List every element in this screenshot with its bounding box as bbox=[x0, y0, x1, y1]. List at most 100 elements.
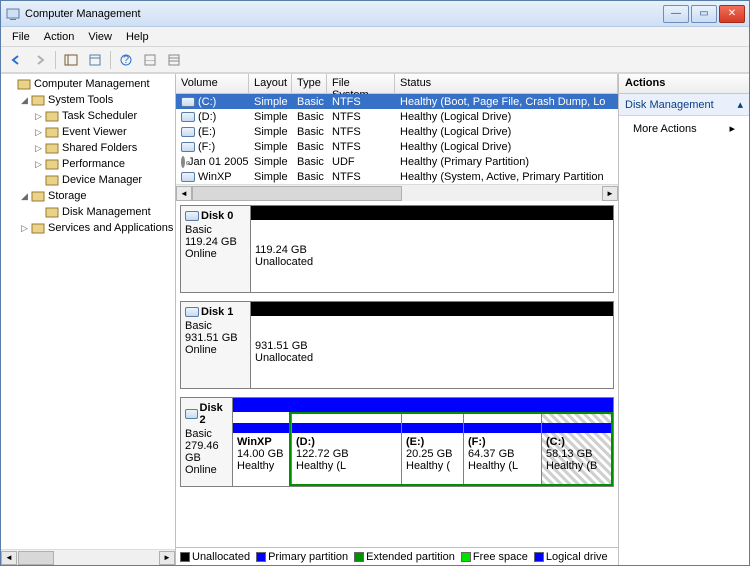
disk-icon bbox=[185, 409, 198, 419]
volume-row[interactable]: (E:)SimpleBasicNTFSHealthy (Logical Driv… bbox=[176, 124, 618, 139]
menu-action[interactable]: Action bbox=[37, 29, 82, 45]
toolbar-button-2[interactable] bbox=[84, 49, 106, 71]
logical-drive[interactable]: (F:)64.37 GBHealthy (L bbox=[463, 414, 541, 484]
nav-tree: Computer Management ◢ System Tools ▷Task Sc… bbox=[1, 74, 176, 565]
main-pane: Volume Layout Type File System Status (C… bbox=[176, 74, 619, 565]
perf-icon bbox=[44, 156, 60, 172]
chevron-right-icon: ▸ bbox=[729, 122, 735, 135]
legend-item: Free space bbox=[461, 551, 528, 563]
volume-row[interactable]: Jan 01 2005 (G:)SimpleBasicUDFHealthy (P… bbox=[176, 154, 618, 169]
tree-hscroll[interactable]: ◄► bbox=[1, 549, 175, 565]
toolbar-button-3[interactable] bbox=[139, 49, 161, 71]
tree-label: Shared Folders bbox=[62, 142, 137, 154]
minimize-button[interactable]: ― bbox=[663, 5, 689, 23]
partition[interactable]: 119.24 GBUnallocated bbox=[251, 220, 613, 292]
vol-name: WinXP bbox=[198, 171, 232, 183]
app-icon bbox=[5, 6, 21, 22]
tree-item[interactable]: Disk Management bbox=[3, 204, 175, 220]
actions-section[interactable]: Disk Management ▴ bbox=[619, 94, 749, 116]
partition[interactable]: 931.51 GBUnallocated bbox=[251, 316, 613, 388]
storage-icon bbox=[30, 188, 46, 204]
legend-item: Extended partition bbox=[354, 551, 455, 563]
disk-box[interactable]: Disk 0Basic119.24 GBOnline119.24 GBUnall… bbox=[180, 205, 614, 293]
col-volume[interactable]: Volume bbox=[176, 74, 249, 93]
disk-box[interactable]: Disk 2Basic279.46 GBOnlineWinXP14.00 GBH… bbox=[180, 397, 614, 487]
tree-item[interactable]: Computer Management bbox=[3, 76, 175, 92]
collapse-icon: ▴ bbox=[737, 98, 743, 111]
titlebar[interactable]: Computer Management ― ▭ ✕ bbox=[1, 1, 749, 27]
shared-icon bbox=[44, 140, 60, 156]
tree-item[interactable]: ◢ System Tools bbox=[3, 92, 175, 108]
drive-icon bbox=[181, 172, 195, 182]
volume-row[interactable]: (F:)SimpleBasicNTFSHealthy (Logical Driv… bbox=[176, 139, 618, 154]
disk-info: Disk 1Basic931.51 GBOnline bbox=[181, 302, 251, 388]
help-button[interactable]: ? bbox=[115, 49, 137, 71]
disk-info: Disk 2Basic279.46 GBOnline bbox=[181, 398, 233, 486]
drive-icon bbox=[181, 127, 195, 137]
tree-item[interactable]: ▷ Shared Folders bbox=[3, 140, 175, 156]
col-type[interactable]: Type bbox=[292, 74, 327, 93]
volume-hscroll[interactable]: ◄► bbox=[176, 184, 618, 201]
logical-drive[interactable]: (E:)20.25 GBHealthy ( bbox=[401, 414, 463, 484]
legend-item: Logical drive bbox=[534, 551, 608, 563]
col-layout[interactable]: Layout bbox=[249, 74, 292, 93]
back-button[interactable] bbox=[5, 49, 27, 71]
volume-row[interactable]: (D:)SimpleBasicNTFSHealthy (Logical Driv… bbox=[176, 109, 618, 124]
close-button[interactable]: ✕ bbox=[719, 5, 745, 23]
tools-icon bbox=[30, 92, 46, 108]
partition[interactable]: WinXP14.00 GBHealthy bbox=[233, 412, 289, 486]
vol-name: (D:) bbox=[198, 111, 216, 123]
expand-icon[interactable]: ◢ bbox=[19, 191, 30, 202]
drive-icon bbox=[181, 112, 195, 122]
volume-row[interactable]: (C:)SimpleBasicNTFSHealthy (Boot, Page F… bbox=[176, 94, 618, 109]
disk-graphical-view: Disk 0Basic119.24 GBOnline119.24 GBUnall… bbox=[176, 201, 618, 547]
menu-help[interactable]: Help bbox=[119, 29, 156, 45]
vol-name: (E:) bbox=[198, 126, 216, 138]
window: Computer Management ― ▭ ✕ File Action Vi… bbox=[0, 0, 750, 566]
expand-icon[interactable]: ▷ bbox=[33, 159, 44, 170]
volume-header: Volume Layout Type File System Status bbox=[176, 74, 618, 94]
disk-icon bbox=[185, 211, 199, 221]
tree-item[interactable]: ▷Services and Applications bbox=[3, 220, 175, 236]
tree-item[interactable]: ▷ Event Viewer bbox=[3, 124, 175, 140]
actions-more[interactable]: More Actions ▸ bbox=[619, 116, 749, 141]
tree-label: Device Manager bbox=[62, 174, 142, 186]
tree-item[interactable]: ▷Performance bbox=[3, 156, 175, 172]
menubar: File Action View Help bbox=[1, 27, 749, 47]
actions-pane: Actions Disk Management ▴ More Actions ▸ bbox=[619, 74, 749, 565]
expand-icon[interactable]: ▷ bbox=[33, 143, 44, 154]
toolbar-button-1[interactable] bbox=[60, 49, 82, 71]
actions-header: Actions bbox=[619, 74, 749, 94]
tree-item[interactable]: ▷Task Scheduler bbox=[3, 108, 175, 124]
toolbar-button-4[interactable] bbox=[163, 49, 185, 71]
tree-label: System Tools bbox=[48, 94, 113, 106]
expand-icon[interactable]: ▷ bbox=[19, 223, 30, 234]
legend-item: Unallocated bbox=[180, 551, 250, 563]
disk-icon bbox=[185, 307, 199, 317]
col-filesystem[interactable]: File System bbox=[327, 74, 395, 93]
legend: UnallocatedPrimary partitionExtended par… bbox=[176, 547, 618, 565]
logical-drive[interactable]: (C:)58.13 GBHealthy (B bbox=[541, 414, 611, 484]
col-status[interactable]: Status bbox=[395, 74, 618, 93]
menu-view[interactable]: View bbox=[81, 29, 119, 45]
tree-item[interactable]: ◢ Storage bbox=[3, 188, 175, 204]
expand-icon[interactable]: ▷ bbox=[33, 111, 44, 122]
menu-file[interactable]: File bbox=[5, 29, 37, 45]
vol-name: (C:) bbox=[198, 96, 216, 108]
logical-drive[interactable]: (D:)122.72 GBHealthy (L bbox=[291, 414, 401, 484]
volume-row[interactable]: WinXPSimpleBasicNTFSHealthy (System, Act… bbox=[176, 169, 618, 184]
disk-box[interactable]: Disk 1Basic931.51 GBOnline931.51 GBUnall… bbox=[180, 301, 614, 389]
tree-label: Storage bbox=[48, 190, 87, 202]
expand-icon[interactable]: ◢ bbox=[19, 95, 30, 106]
maximize-button[interactable]: ▭ bbox=[691, 5, 717, 23]
expand-icon[interactable]: ▷ bbox=[33, 127, 44, 138]
services-icon bbox=[30, 220, 46, 236]
toolbar: ? bbox=[1, 47, 749, 73]
sched-icon bbox=[44, 108, 60, 124]
tree-label: Disk Management bbox=[62, 206, 151, 218]
disk-info: Disk 0Basic119.24 GBOnline bbox=[181, 206, 251, 292]
forward-button[interactable] bbox=[29, 49, 51, 71]
tree-label: Event Viewer bbox=[62, 126, 127, 138]
extended-partition[interactable]: (D:)122.72 GBHealthy (L(E:)20.25 GBHealt… bbox=[289, 412, 613, 486]
tree-item[interactable]: Device Manager bbox=[3, 172, 175, 188]
